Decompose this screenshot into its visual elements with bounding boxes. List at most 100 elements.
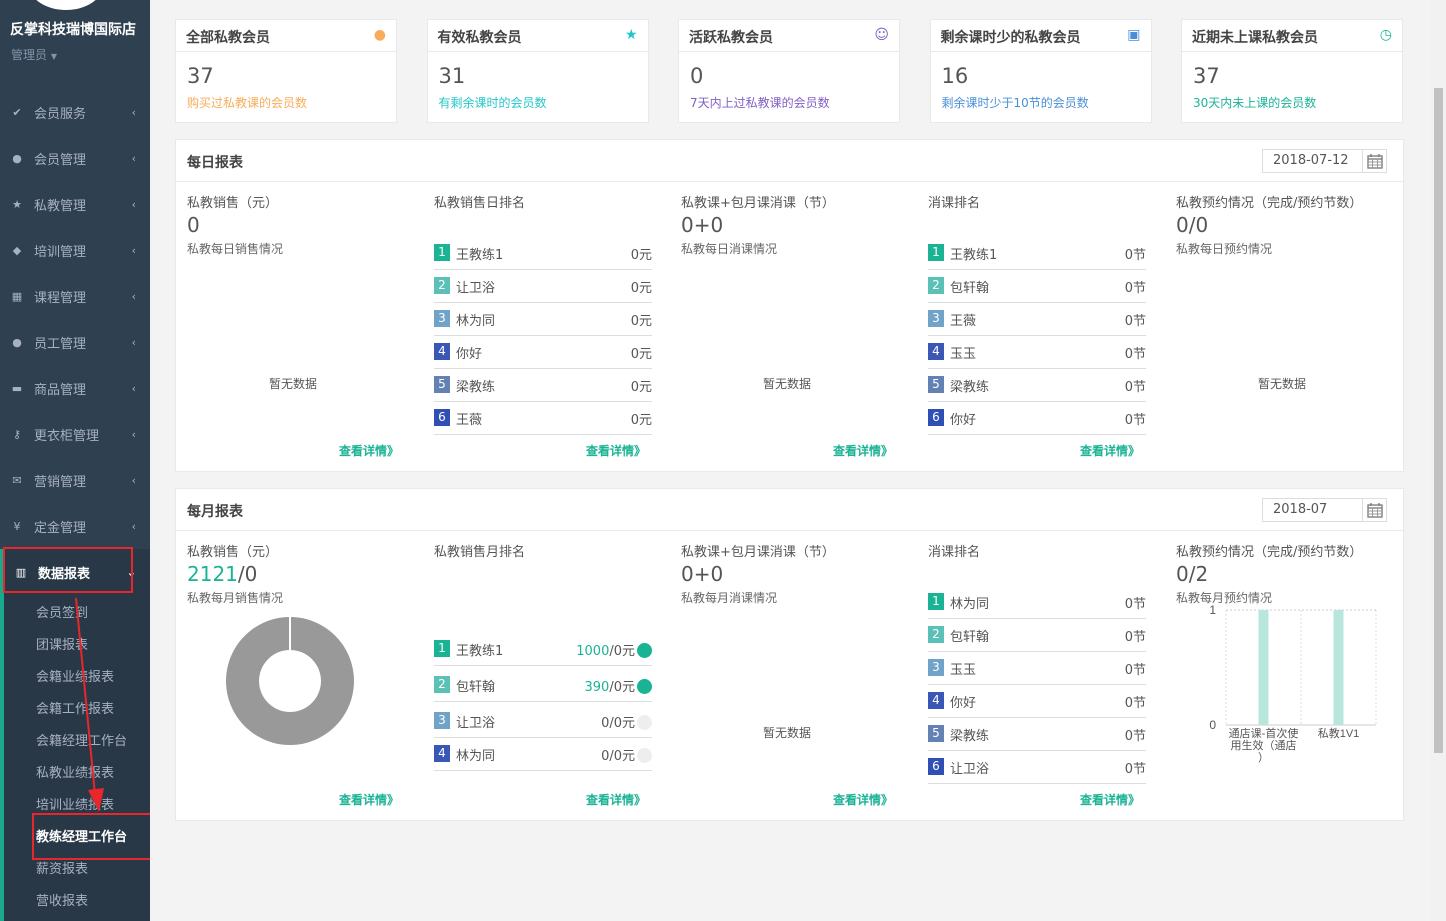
rank-value: 1000/0元 xyxy=(576,640,652,659)
rank-value: 0节 xyxy=(1124,663,1146,678)
sales-value-suffix: /0 xyxy=(237,562,258,586)
monthly-consume-col: 私教课+包月课消课（节） 0+0 私教每月消课情况 暂无数据 查看详情》 xyxy=(681,531,917,821)
booking-value: 0/0 xyxy=(1176,213,1209,237)
rank-row: 6 让卫浴 0节 xyxy=(928,751,1146,784)
date-value: 2018-07-12 xyxy=(1273,153,1349,168)
rank-row: 2 包轩翰 390/0元 xyxy=(434,669,652,702)
rank-name: 玉玉 xyxy=(950,347,977,362)
rank-name: 包轩翰 xyxy=(456,680,496,695)
rank-name: 你好 xyxy=(456,347,483,362)
stat-title: 活跃私教会员 xyxy=(689,30,773,46)
rank-badge: 1 xyxy=(928,244,944,261)
rank-value: 0元 xyxy=(630,413,652,428)
sales-pie-chart xyxy=(225,617,354,745)
sales-subtitle: 私教每日销售情况 xyxy=(187,242,284,256)
rank-row: 1 王教练1 0节 xyxy=(928,237,1146,270)
rank-value: 0节 xyxy=(1124,248,1146,263)
view-details-link[interactable]: 查看详情》 xyxy=(586,791,646,808)
star-icon: ★ xyxy=(624,27,638,43)
consume-subtitle: 私教每月消课情况 xyxy=(681,591,778,605)
no-data-text: 暂无数据 xyxy=(1258,377,1307,391)
rank-row: 4 你好 0节 xyxy=(928,685,1146,718)
page-scrollbar[interactable] xyxy=(1431,0,1446,921)
calendar-icon[interactable] xyxy=(1362,499,1386,521)
rank-name: 梁教练 xyxy=(456,380,496,395)
booking-bar-chart: 0 1 通店课-首次使用生效（通店） 私教1V1 xyxy=(1209,603,1377,764)
view-details-link[interactable]: 查看详情》 xyxy=(339,442,399,459)
rank-badge: 3 xyxy=(928,310,944,327)
stat-card: 近期未上课私教会员 ◷ 37 30天内未上课的会员数 xyxy=(1181,19,1403,123)
x-tick-label: 用生效（通店 xyxy=(1231,738,1297,752)
rank-row: 1 林为同 0节 xyxy=(928,586,1146,619)
rank-value: 0元 xyxy=(630,380,652,395)
rank-name: 林为同 xyxy=(950,597,990,612)
view-details-link[interactable]: 查看详情》 xyxy=(339,791,399,808)
stat-card-header: 活跃私教会员 ☺ xyxy=(679,20,899,52)
panel-title: 每日报表 xyxy=(187,155,243,171)
rank-value: 0/0元 xyxy=(601,745,652,764)
stat-title: 剩余课时少的私教会员 xyxy=(940,30,1081,46)
rank-badge: 3 xyxy=(434,310,450,327)
daily-consume-rank-col: 消课排名 1 王教练1 0节 2 包轩翰 0节 3 王薇 0节 4 玉玉 0节 5 梁教练 0节 6 你好 0节 … xyxy=(928,182,1164,472)
monthly-report-panel: 每月报表 2018-07 私教销售（元） 2121/0 私教每月销售情况 查看详… xyxy=(175,488,1404,821)
stat-value: 0 xyxy=(690,64,704,88)
daily-date-picker[interactable]: 2018-07-12 xyxy=(1262,149,1387,173)
rank-row: 5 梁教练 0节 xyxy=(928,718,1146,751)
rank-value: 0节 xyxy=(1124,281,1146,296)
stat-title: 有效私教会员 xyxy=(437,30,522,46)
status-dot xyxy=(637,679,652,694)
rank-badge: 1 xyxy=(928,593,944,610)
rank-row: 3 玉玉 0节 xyxy=(928,652,1146,685)
rank-row: 3 林为同 0元 xyxy=(434,303,652,336)
annotation-arrow xyxy=(75,597,104,812)
rank-row: 6 你好 0节 xyxy=(928,402,1146,435)
x-tick-label: 私教1V1 xyxy=(1318,727,1360,740)
consume-rank-title: 消课排名 xyxy=(928,545,981,560)
consume-rank-title: 消课排名 xyxy=(928,196,981,211)
monthly-date-picker[interactable]: 2018-07 xyxy=(1262,498,1387,522)
daily-booking-col: 私教预约情况（完成/预约节数） 0/0 私教每日预约情况 暂无数据 xyxy=(1176,182,1412,472)
no-data-text: 暂无数据 xyxy=(269,377,318,391)
consume-value: 0+0 xyxy=(681,213,724,237)
rank-badge: 4 xyxy=(434,343,450,360)
rank-row: 3 让卫浴 0/0元 xyxy=(434,705,652,738)
rank-badge: 2 xyxy=(434,277,450,294)
stat-card-header: 近期未上课私教会员 ◷ xyxy=(1182,20,1402,52)
booking-value: 0/2 xyxy=(1176,562,1209,586)
rank-badge: 1 xyxy=(434,244,450,261)
rank-title: 私教销售日排名 xyxy=(434,196,526,211)
panel-title: 每月报表 xyxy=(187,504,243,520)
view-details-link[interactable]: 查看详情》 xyxy=(833,791,893,808)
view-details-link[interactable]: 查看详情》 xyxy=(586,442,646,459)
rank-row: 4 玉玉 0节 xyxy=(928,336,1146,369)
rank-badge: 5 xyxy=(928,376,944,393)
rank-badge: 2 xyxy=(928,626,944,643)
bar xyxy=(1333,610,1344,725)
view-details-link[interactable]: 查看详情》 xyxy=(1080,791,1140,808)
rank-row: 4 林为同 0/0元 xyxy=(434,738,652,771)
stat-title: 近期未上课私教会员 xyxy=(1192,30,1318,46)
no-data-text: 暂无数据 xyxy=(763,726,812,740)
rank-value: 0节 xyxy=(1124,696,1146,711)
rank-name: 梁教练 xyxy=(950,380,990,395)
rank-name: 林为同 xyxy=(456,314,496,329)
rank-row: 2 包轩翰 0节 xyxy=(928,270,1146,303)
rank-value: 0元 xyxy=(630,248,652,263)
scrollbar-thumb[interactable] xyxy=(1434,88,1443,753)
rank-row: 1 王教练1 1000/0元 xyxy=(434,633,652,666)
view-details-link[interactable]: 查看详情》 xyxy=(1080,442,1140,459)
calendar-icon[interactable] xyxy=(1362,150,1386,172)
booking-subtitle: 私教每日预约情况 xyxy=(1176,242,1273,256)
stat-description: 购买过私教课的会员数 xyxy=(187,96,308,110)
rank-row: 6 王薇 0元 xyxy=(434,402,652,435)
rank-name: 玉玉 xyxy=(950,663,977,678)
rank-badge: 6 xyxy=(434,409,450,426)
view-details-link[interactable]: 查看详情》 xyxy=(833,442,893,459)
clock-icon: ◷ xyxy=(1379,27,1392,43)
monthly-booking-col: 私教预约情况（完成/预约节数） 0/2 私教每月预约情况 0 1 通店课-首次使 用生… xyxy=(1176,531,1412,821)
stat-card: 活跃私教会员 ☺ 0 7天内上过私教课的会员数 xyxy=(678,19,900,123)
rank-row: 5你好0/0元 xyxy=(434,771,652,773)
stat-card-header: 有效私教会员 ★ xyxy=(427,20,648,52)
rank-amount-suffix: /0元 xyxy=(609,749,635,764)
sales-title: 私教销售（元） xyxy=(187,196,279,211)
